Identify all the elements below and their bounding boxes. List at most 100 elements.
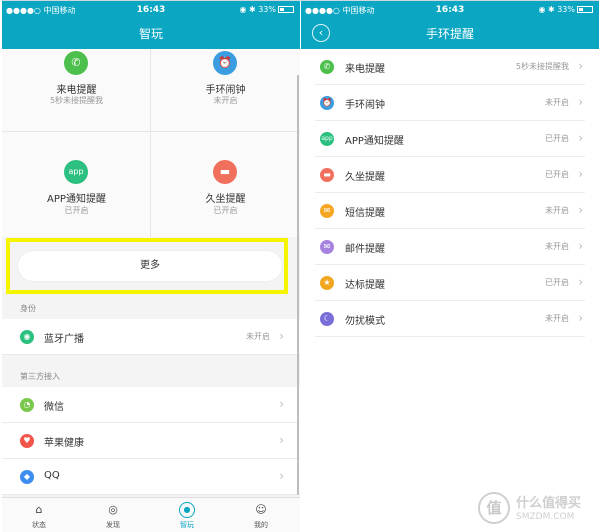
item-label: 勿扰模式 bbox=[345, 316, 385, 327]
section-label-identity: 身份 bbox=[20, 304, 36, 313]
item-value: 已开启 bbox=[545, 170, 569, 179]
list-item[interactable]: ✉ 短信提醒 未开启 › bbox=[301, 193, 599, 229]
status-right: ◉ ✱ 33% bbox=[239, 5, 294, 14]
row-label: 苹果健康 bbox=[44, 438, 84, 449]
third-party-row-qq[interactable]: ◆ QQ › bbox=[2, 459, 300, 495]
more-button[interactable]: 更多 bbox=[18, 251, 282, 281]
target-icon: ● bbox=[179, 502, 195, 518]
item-label: 手环闹钟 bbox=[345, 100, 385, 111]
cell-sub: 5秒未接提醒我 bbox=[49, 96, 104, 105]
sofa-icon: ▬ bbox=[320, 168, 334, 182]
header: ●●●●○ 中国移动 16:43 ◉ ✱ 33% ‹ 手环提醒 bbox=[301, 1, 599, 49]
chevron-right-icon: › bbox=[578, 203, 583, 217]
cell-label: APP通知提醒 bbox=[47, 194, 106, 205]
watermark-url: SMZDM.COM bbox=[516, 512, 575, 522]
star-icon: ★ bbox=[320, 276, 334, 290]
tab-zhiwan[interactable]: ● 智玩 bbox=[150, 498, 224, 532]
status-bar: ●●●●○ 中国移动 16:43 ◉ ✱ 33% bbox=[301, 1, 599, 19]
moon-icon: ☾ bbox=[320, 312, 334, 326]
list-item[interactable]: ☾ 勿扰模式 未开启 › bbox=[301, 301, 599, 337]
item-value: 5秒未接提醒我 bbox=[515, 62, 569, 71]
status-bar: ●●●●○ 中国移动 16:43 ◉ ✱ 33% bbox=[2, 1, 300, 19]
chevron-right-icon: › bbox=[578, 311, 583, 325]
chevron-right-icon: › bbox=[578, 275, 583, 289]
chevron-right-icon: › bbox=[279, 329, 284, 343]
item-value: 未开启 bbox=[545, 98, 569, 107]
cell-sub: 已开启 bbox=[213, 206, 238, 215]
chevron-right-icon: › bbox=[578, 131, 583, 145]
chevron-right-icon: › bbox=[279, 433, 284, 447]
chevron-right-icon: › bbox=[279, 397, 284, 411]
row-label: QQ bbox=[44, 470, 60, 481]
chevron-right-icon: › bbox=[578, 95, 583, 109]
list-item[interactable]: ▬ 久坐提醒 已开启 › bbox=[301, 157, 599, 193]
chevron-right-icon: › bbox=[578, 167, 583, 181]
cell-sub: 已开启 bbox=[64, 206, 89, 215]
home-icon: ⌂ bbox=[35, 503, 43, 516]
battery-icon bbox=[577, 6, 593, 13]
app-icon: app bbox=[320, 132, 334, 146]
chevron-right-icon: › bbox=[578, 59, 583, 73]
battery-percent: 33% bbox=[557, 5, 575, 14]
tab-label: 智玩 bbox=[180, 521, 194, 529]
cell-label: 来电提醒 bbox=[56, 85, 97, 96]
chevron-right-icon: › bbox=[578, 239, 583, 253]
phone-icon: ✆ bbox=[64, 51, 88, 75]
alarm-clock-icon: ⏰ bbox=[320, 96, 334, 110]
tab-bar: ⌂ 状态 ◎ 发现 ● 智玩 ☺ 我的 bbox=[2, 497, 300, 532]
row-label: 微信 bbox=[44, 402, 64, 413]
status-right: ◉ ✱ 33% bbox=[538, 5, 593, 14]
tab-label: 我的 bbox=[254, 521, 268, 529]
item-label: 邮件提醒 bbox=[345, 244, 385, 255]
item-value: 已开启 bbox=[545, 134, 569, 143]
item-label: APP通知提醒 bbox=[345, 136, 404, 147]
message-icon: ✉ bbox=[320, 204, 334, 218]
cell-sub: 未开启 bbox=[213, 96, 238, 105]
qq-icon: ◆ bbox=[20, 470, 34, 484]
row-label: 蓝牙广播 bbox=[44, 334, 84, 345]
heart-icon: ♥ bbox=[20, 434, 34, 448]
wifi-icon: ◉ ✱ bbox=[239, 5, 259, 14]
third-party-row-apple-health[interactable]: ♥ 苹果健康 › bbox=[2, 423, 300, 459]
list-item[interactable]: ⏰ 手环闹钟 未开启 › bbox=[301, 85, 599, 121]
alarm-clock-icon: ⏰ bbox=[213, 51, 237, 75]
wechat-icon: ◔ bbox=[20, 398, 34, 412]
tab-status[interactable]: ⌂ 状态 bbox=[2, 498, 76, 532]
scrollbar[interactable] bbox=[297, 75, 299, 495]
item-value: 未开启 bbox=[545, 242, 569, 251]
list-item[interactable]: ★ 达标提醒 已开启 › bbox=[301, 265, 599, 301]
section-label-third-party: 第三方接入 bbox=[20, 372, 60, 381]
cell-label: 手环闹钟 bbox=[205, 85, 246, 96]
item-label: 来电提醒 bbox=[345, 64, 385, 75]
screens: ●●●●○ 中国移动 16:43 ◉ ✱ 33% 智玩 ✆ 来电提醒 5秒未接提… bbox=[0, 0, 600, 532]
chevron-right-icon: › bbox=[279, 469, 284, 483]
tab-label: 状态 bbox=[32, 521, 46, 529]
compass-icon: ◎ bbox=[108, 503, 118, 516]
right-phone-screen: ●●●●○ 中国移动 16:43 ◉ ✱ 33% ‹ 手环提醒 ✆ 来电提醒 5… bbox=[301, 0, 599, 532]
bluetooth-broadcast-row[interactable]: ◉ 蓝牙广播 未开启 › bbox=[2, 319, 300, 355]
person-icon: ☺ bbox=[255, 503, 267, 516]
item-label: 达标提醒 bbox=[345, 280, 385, 291]
phone-icon: ✆ bbox=[320, 60, 334, 74]
watermark-logo: 值 bbox=[478, 492, 510, 524]
grid-cell-call-reminder[interactable]: ✆ 来电提醒 5秒未接提醒我 bbox=[2, 37, 151, 131]
grid-cell-app-notify[interactable]: app APP通知提醒 已开启 bbox=[2, 132, 151, 226]
page-title: 手环提醒 bbox=[425, 27, 474, 41]
watermark-text: 什么值得买 bbox=[516, 496, 582, 511]
tab-discover[interactable]: ◎ 发现 bbox=[76, 498, 150, 532]
list-item[interactable]: app APP通知提醒 已开启 › bbox=[301, 121, 599, 157]
grid-cell-band-alarm[interactable]: ⏰ 手环闹钟 未开启 bbox=[151, 37, 300, 131]
list-item[interactable]: ✉ 邮件提醒 未开启 › bbox=[301, 229, 599, 265]
battery-icon bbox=[278, 6, 294, 13]
mail-icon: ✉ bbox=[320, 240, 334, 254]
list-item[interactable]: ✆ 来电提醒 5秒未接提醒我 › bbox=[301, 49, 599, 85]
watermark: 值 什么值得买 SMZDM.COM bbox=[478, 488, 598, 532]
wifi-icon: ◉ ✱ bbox=[538, 5, 558, 14]
tab-mine[interactable]: ☺ 我的 bbox=[224, 498, 298, 532]
item-value: 未开启 bbox=[545, 314, 569, 323]
tab-label: 发现 bbox=[106, 521, 120, 529]
third-party-row-wechat[interactable]: ◔ 微信 › bbox=[2, 387, 300, 423]
grid-cell-sedentary[interactable]: ▬ 久坐提醒 已开启 bbox=[151, 132, 300, 226]
app-icon: app bbox=[64, 160, 88, 184]
sofa-icon: ▬ bbox=[213, 160, 237, 184]
